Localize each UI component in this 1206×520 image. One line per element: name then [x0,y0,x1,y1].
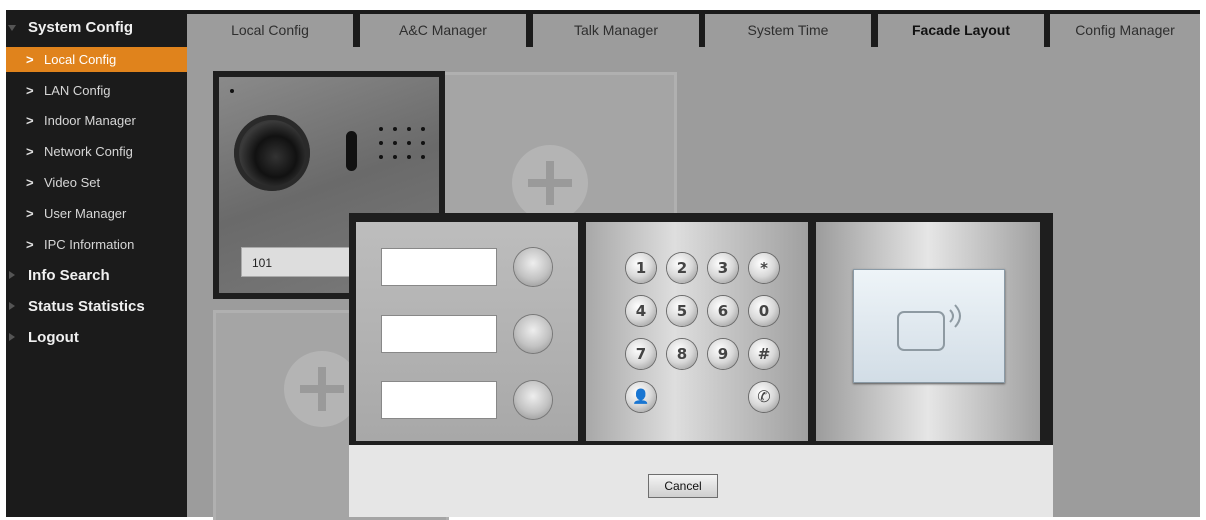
speaker-hole [407,127,411,131]
collapsed-arrow-icon [9,302,15,310]
sidebar-section-status-statistics[interactable]: Status Statistics [6,293,187,321]
cancel-button[interactable]: Cancel [648,474,718,498]
sidebar-section-system-config[interactable]: System Config [6,14,187,42]
tab-ac-manager[interactable]: A&C Manager [360,14,526,47]
person-icon: 👤 [626,382,656,412]
speaker-hole [379,141,383,145]
call-button [514,315,552,353]
collapsed-arrow-icon [9,333,15,341]
chevron-right-icon: > [26,175,34,190]
card-reader-icon [897,304,961,351]
name-plate [381,315,497,353]
sidebar-item-video-set[interactable]: > Video Set [6,168,187,198]
expanded-arrow-icon [8,25,16,31]
room-number-field[interactable]: 101 [241,247,351,277]
tab-system-time[interactable]: System Time [705,14,871,47]
sidebar-item-indoor-manager[interactable]: > Indoor Manager [6,106,187,136]
key-8: 8 [667,339,697,369]
tab-bar: Local Config A&C Manager Talk Manager Sy… [187,10,1200,47]
module-select-dialog: 1 2 3 * 4 5 6 0 7 8 9 # 👤 ✆ Cancel [349,213,1053,517]
chevron-right-icon: > [26,113,34,128]
key-6: 6 [708,296,738,326]
key-7: 7 [626,339,656,369]
content-area: Local Config A&C Manager Talk Manager Sy… [187,10,1200,520]
sidebar-item-network-config[interactable]: > Network Config [6,137,187,167]
speaker-hole [407,141,411,145]
chevron-right-icon: > [26,206,34,221]
tab-local-config[interactable]: Local Config [187,14,353,47]
module-option-card-reader[interactable] [816,222,1040,441]
dialog-footer: Cancel [349,445,1053,517]
speaker-hole [421,127,425,131]
speaker-hole [379,155,383,159]
card-reader-panel [853,269,1005,383]
sidebar-item-label: LAN Config [44,83,111,98]
sidebar-item-label: Local Config [44,52,117,67]
app-frame: System Config > Local Config > LAN Confi… [6,10,1200,520]
speaker-icon [377,125,427,171]
sidebar-item-label: Video Set [44,175,101,190]
sidebar-item-user-manager[interactable]: > User Manager [6,199,187,229]
key-1: 1 [626,253,656,283]
chevron-right-icon: > [26,237,34,252]
call-button [514,381,552,419]
speaker-hole [407,155,411,159]
sidebar-item-lan-config[interactable]: > LAN Config [6,76,187,106]
tab-config-manager[interactable]: Config Manager [1050,14,1200,47]
key-0: 0 [749,296,779,326]
sidebar-item-label: Indoor Manager [44,113,136,128]
key-star: * [749,253,779,283]
tab-talk-manager[interactable]: Talk Manager [533,14,699,47]
speaker-hole [379,127,383,131]
speaker-hole [393,127,397,131]
sidebar-section-logout[interactable]: Logout [6,324,187,352]
sidebar-section-label: Info Search [28,267,110,284]
sidebar-section-info-search[interactable]: Info Search [6,262,187,290]
name-plate [381,381,497,419]
call-button [514,248,552,286]
sidebar-section-label: Logout [28,329,79,346]
chevron-right-icon: > [26,52,34,67]
sidebar-item-label: Network Config [44,144,133,159]
key-2: 2 [667,253,697,283]
key-9: 9 [708,339,738,369]
speaker-hole [393,141,397,145]
sidebar: System Config > Local Config > LAN Confi… [6,10,187,517]
sidebar-item-label: IPC Information [44,237,135,252]
name-plate [381,248,497,286]
chevron-right-icon: > [26,83,34,98]
key-3: 3 [708,253,738,283]
tab-facade-layout[interactable]: Facade Layout [878,14,1044,47]
speaker-hole [421,141,425,145]
led-indicator [230,89,234,93]
module-option-keypad[interactable]: 1 2 3 * 4 5 6 0 7 8 9 # 👤 ✆ [586,222,808,441]
speaker-hole [421,155,425,159]
sidebar-item-local-config[interactable]: > Local Config [6,47,187,72]
plus-icon [512,145,588,221]
speaker-hole [393,155,397,159]
collapsed-arrow-icon [9,271,15,279]
sidebar-section-label: System Config [28,19,134,36]
key-hash: # [749,339,779,369]
sidebar-section-label: Status Statistics [28,298,145,315]
sidebar-item-label: User Manager [44,206,127,221]
sensor-icon [346,131,357,171]
key-4: 4 [626,296,656,326]
sidebar-item-ipc-information[interactable]: > IPC Information [6,230,187,260]
chevron-right-icon: > [26,144,34,159]
phone-icon: ✆ [749,382,779,412]
module-option-buttons[interactable] [356,222,578,441]
key-5: 5 [667,296,697,326]
camera-icon [234,115,310,191]
